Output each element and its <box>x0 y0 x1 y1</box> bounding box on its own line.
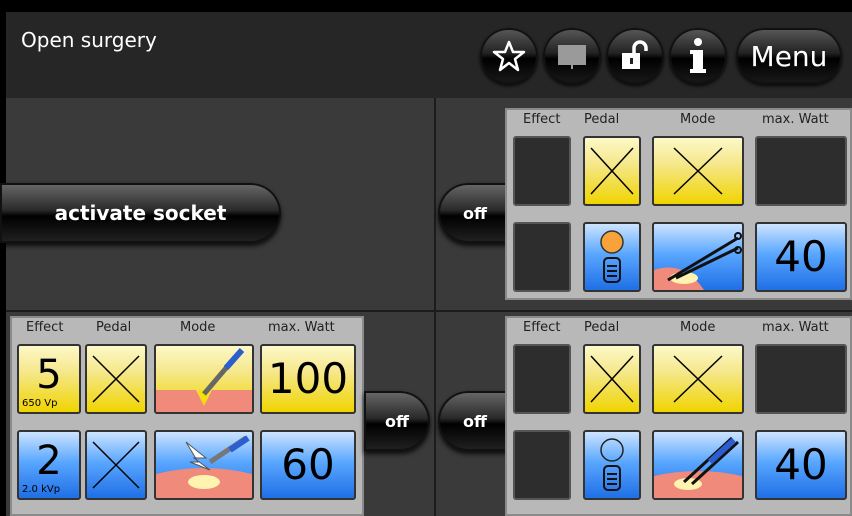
max-watt-value: 60 <box>281 440 335 489</box>
effect-voltage: 650 Vp <box>22 398 58 409</box>
pedal-cell[interactable] <box>85 344 147 414</box>
pedal-cell[interactable] <box>583 136 641 206</box>
pedal-cell[interactable] <box>85 430 147 500</box>
effect-value: 2 <box>36 438 62 484</box>
book-icon <box>558 45 586 69</box>
none-cross-icon <box>590 355 634 403</box>
none-cross-icon <box>92 355 140 403</box>
effect-header: Effect <box>523 112 561 127</box>
vertical-divider <box>434 98 436 516</box>
pedal-cell[interactable] <box>583 344 641 414</box>
mode-header: Mode <box>680 112 716 127</box>
socket-top-right-off-button[interactable]: off <box>438 183 512 243</box>
bipolar-forceps-icon <box>654 436 742 498</box>
page-title: Open surgery <box>21 28 157 52</box>
info-icon <box>690 38 706 73</box>
panel-header: Effect Pedal Mode max. Watt <box>507 318 850 338</box>
coag-spark-icon <box>156 435 252 498</box>
mode-cell[interactable] <box>154 430 254 500</box>
none-cross-icon <box>673 147 723 195</box>
mode-cell[interactable] <box>652 222 744 292</box>
socket-bottom-left-panel: Effect Pedal Mode max. Watt 5 650 Vp 100… <box>10 316 364 516</box>
socket-bottom-left-off-button[interactable]: off <box>364 391 430 451</box>
max-watt-cell[interactable]: 60 <box>260 430 356 500</box>
mode-cell[interactable] <box>154 344 254 414</box>
max-watt-header: max. Watt <box>762 320 829 335</box>
max-watt-value: 40 <box>774 232 828 281</box>
lock-button[interactable] <box>606 28 664 84</box>
max-watt-cell[interactable]: 40 <box>755 222 847 292</box>
max-watt-cell[interactable] <box>755 344 847 414</box>
activate-socket-button[interactable]: activate socket <box>0 183 281 243</box>
max-watt-cell[interactable] <box>755 136 847 206</box>
effect-cell[interactable]: 2 2.0 kVp <box>17 430 81 500</box>
mode-header: Mode <box>180 320 216 335</box>
effect-cell[interactable]: 5 650 Vp <box>17 344 81 414</box>
program-book-button[interactable] <box>543 28 601 84</box>
screen: Open surgery Menu activate socket off Ef… <box>0 0 852 516</box>
footswitch-empty-icon <box>600 438 624 491</box>
mode-header: Mode <box>680 320 716 335</box>
menu-button[interactable]: Menu <box>736 28 842 84</box>
pedal-header: Pedal <box>584 320 620 335</box>
none-cross-icon <box>92 441 140 489</box>
effect-value: 5 <box>36 352 62 398</box>
max-watt-value: 100 <box>267 354 349 403</box>
mode-cell[interactable] <box>652 430 744 500</box>
horizontal-divider <box>6 310 852 312</box>
socket-bottom-right-panel: Effect Pedal Mode max. Watt 40 <box>505 316 852 516</box>
mode-cell[interactable] <box>652 136 744 206</box>
effect-voltage: 2.0 kVp <box>22 484 61 495</box>
panel-header: Effect Pedal Mode max. Watt <box>507 110 850 130</box>
none-cross-icon <box>590 147 634 195</box>
none-cross-icon <box>673 355 723 403</box>
pedal-cell[interactable] <box>583 222 641 292</box>
pedal-header: Pedal <box>96 320 132 335</box>
effect-cell[interactable] <box>513 430 571 500</box>
effect-header: Effect <box>26 320 64 335</box>
socket-top-right-panel: Effect Pedal Mode max. Watt 40 <box>505 108 852 300</box>
max-watt-cell[interactable]: 100 <box>260 344 356 414</box>
mode-cell[interactable] <box>652 344 744 414</box>
panel-header: Effect Pedal Mode max. Watt <box>12 318 362 338</box>
max-watt-header: max. Watt <box>762 112 829 127</box>
footswitch-orange-icon <box>600 230 624 283</box>
max-watt-cell[interactable]: 40 <box>755 430 847 500</box>
star-icon <box>492 40 526 72</box>
effect-cell[interactable] <box>513 222 571 292</box>
effect-header: Effect <box>523 320 561 335</box>
bipolar-scissors-icon <box>654 232 742 290</box>
info-button[interactable] <box>669 28 727 84</box>
pedal-header: Pedal <box>584 112 620 127</box>
pedal-cell[interactable] <box>583 430 641 500</box>
effect-cell[interactable] <box>513 344 571 414</box>
unlock-icon <box>622 40 648 69</box>
socket-bottom-right-off-button[interactable]: off <box>438 391 512 451</box>
max-watt-value: 40 <box>774 440 828 489</box>
effect-cell[interactable] <box>513 136 571 206</box>
max-watt-header: max. Watt <box>268 320 335 335</box>
cut-blade-icon <box>156 348 252 412</box>
favorites-button[interactable] <box>480 28 538 84</box>
